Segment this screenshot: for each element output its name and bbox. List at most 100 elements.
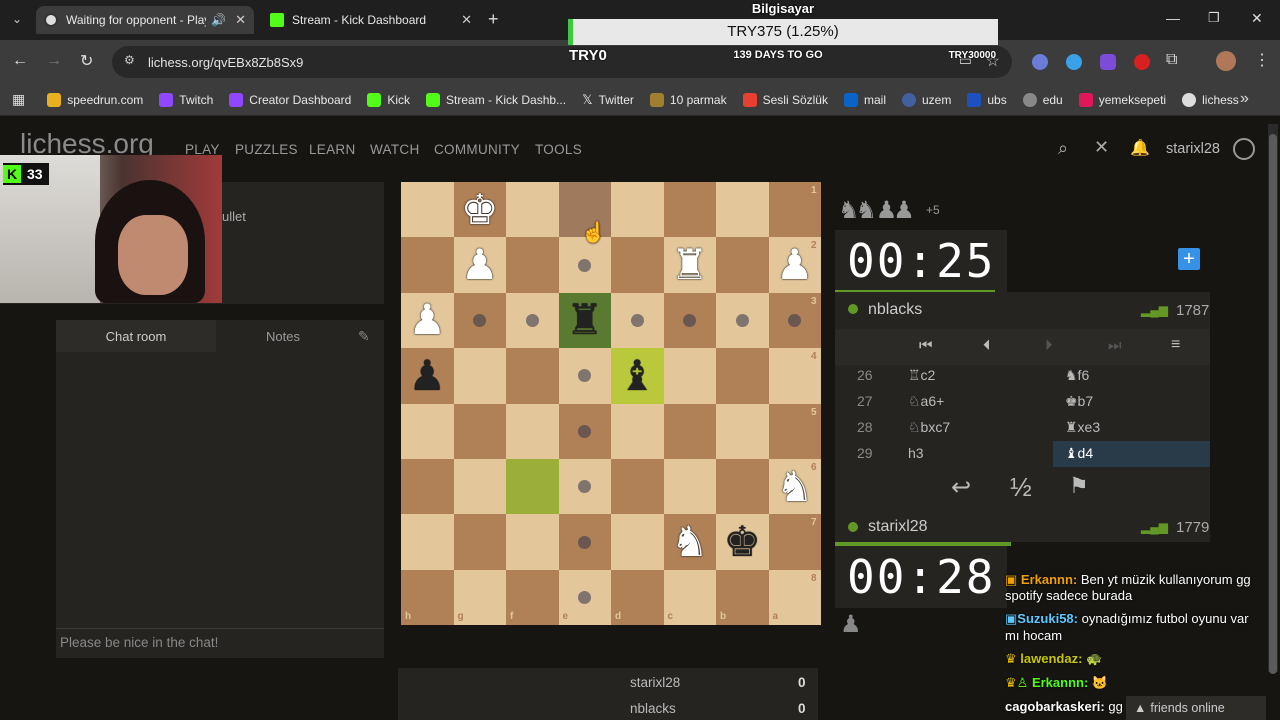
board-square[interactable] xyxy=(716,348,769,404)
next-move-icon[interactable]: ⏵ xyxy=(1045,337,1053,354)
tab-kick[interactable]: Stream - Kick Dashboard ✕ xyxy=(262,6,480,34)
tab-lichess[interactable]: Waiting for opponent - Play 🔊 ✕ xyxy=(36,6,254,34)
black-move-current[interactable]: ♝d4 xyxy=(1065,445,1093,462)
board-square[interactable] xyxy=(453,348,506,404)
board-square[interactable] xyxy=(506,182,559,238)
black-move[interactable]: ♚b7 xyxy=(1065,393,1093,410)
bookmark-twitch[interactable]: Twitch xyxy=(159,92,213,107)
black-bishop-piece[interactable]: ♝ xyxy=(611,348,664,403)
bookmarks-more-icon[interactable]: » xyxy=(1240,90,1249,108)
close-tab-icon[interactable]: ✕ xyxy=(461,12,472,28)
bookmark-10parmak[interactable]: 10 parmak xyxy=(649,92,727,107)
board-square[interactable] xyxy=(506,403,559,459)
board-square[interactable] xyxy=(716,459,769,515)
nav-watch[interactable]: WATCH xyxy=(370,142,420,157)
minimize-icon[interactable]: — xyxy=(1166,10,1180,26)
crosstable-name[interactable]: nblacks xyxy=(630,701,676,716)
white-move[interactable]: ♖c2 xyxy=(908,367,935,384)
white-move[interactable]: ♘bxc7 xyxy=(908,419,950,436)
white-knight-piece[interactable]: ♞ xyxy=(664,514,717,569)
white-rook-piece[interactable]: ♜ xyxy=(664,237,717,292)
board-square[interactable] xyxy=(401,403,454,459)
opponent-name[interactable]: nblacks xyxy=(868,301,922,319)
board-square[interactable] xyxy=(611,237,664,293)
bookmark-lichess[interactable]: lichess xyxy=(1182,92,1239,107)
extension-icon[interactable] xyxy=(1100,54,1116,70)
bookmark-creator-dashboard[interactable]: Creator Dashboard xyxy=(229,92,351,107)
black-move[interactable]: ♜xe3 xyxy=(1065,419,1100,436)
black-move[interactable]: ♞f6 xyxy=(1065,367,1089,384)
chess-board[interactable]: ♚ ♟ ♜ ♟ ♟ ♜ ♟ ♝ ♞ ♞ ♚ h g f e d c b a 1 2 3 4 5 6 7 8 ☝ xyxy=(401,182,821,626)
speaker-icon[interactable]: 🔊 xyxy=(211,13,226,27)
board-square[interactable] xyxy=(663,348,716,404)
board-square[interactable] xyxy=(716,182,769,238)
move-destination-dot[interactable] xyxy=(630,314,644,327)
page-scrollbar[interactable] xyxy=(1268,124,1278,674)
chat-input[interactable]: Please be nice in the chat! xyxy=(56,628,384,658)
hamburger-menu-icon[interactable]: ≡ xyxy=(1171,336,1180,354)
close-tab-icon[interactable]: ✕ xyxy=(235,12,246,28)
first-move-icon[interactable]: ⏮ xyxy=(919,337,933,354)
white-pawn-piece[interactable]: ♟ xyxy=(454,237,507,292)
scrollbar-thumb[interactable] xyxy=(1269,134,1277,674)
new-tab-button[interactable]: + xyxy=(488,9,499,30)
last-move-icon[interactable]: ⏭ xyxy=(1108,337,1122,354)
prev-move-icon[interactable]: ⏴ xyxy=(983,337,991,354)
apps-grid-icon[interactable]: ▦ xyxy=(12,91,25,108)
board-square[interactable] xyxy=(611,182,664,238)
move-destination-dot[interactable] xyxy=(735,314,749,327)
extensions-puzzle-icon[interactable]: ⧉ xyxy=(1166,51,1177,69)
crossed-swords-icon[interactable]: ✕ xyxy=(1094,137,1109,158)
user-menu-name[interactable]: starixl28 xyxy=(1166,141,1220,157)
resign-flag-icon[interactable]: ⚑ xyxy=(1069,473,1089,499)
board-square[interactable] xyxy=(506,569,559,626)
chat-settings-icon[interactable]: ✎ xyxy=(358,328,370,345)
close-window-icon[interactable]: ✕ xyxy=(1251,10,1263,27)
board-square[interactable] xyxy=(453,459,506,515)
nav-puzzles[interactable]: PUZZLES xyxy=(235,142,298,157)
white-pawn-piece[interactable]: ♟ xyxy=(401,293,454,348)
board-square[interactable] xyxy=(453,514,506,570)
tab-list-chevron-icon[interactable]: ⌄ xyxy=(12,12,22,26)
extension-icon[interactable] xyxy=(1032,54,1048,70)
bookmark-ubs[interactable]: ubs xyxy=(967,92,1007,107)
reload-icon[interactable]: ↻ xyxy=(80,51,93,71)
board-square[interactable] xyxy=(716,403,769,459)
back-icon[interactable]: ← xyxy=(12,52,28,70)
site-info-icon[interactable]: ⚙ xyxy=(124,53,135,67)
notification-bell-icon[interactable]: 🔔 xyxy=(1130,138,1150,158)
white-move[interactable]: h3 xyxy=(908,445,924,461)
add-time-icon[interactable]: + xyxy=(1178,248,1200,270)
black-king-piece[interactable]: ♚ xyxy=(716,514,769,569)
white-move[interactable]: ♘a6+ xyxy=(908,393,944,410)
offer-draw-button[interactable]: ½ xyxy=(1010,472,1032,503)
nav-community[interactable]: COMMUNITY xyxy=(434,142,520,157)
move-destination-dot[interactable] xyxy=(578,424,592,438)
friends-online-button[interactable]: ▲ friends online xyxy=(1126,696,1266,720)
bookmark-uzem[interactable]: uzem xyxy=(902,92,951,107)
board-square[interactable] xyxy=(401,514,454,570)
search-icon[interactable]: ⌕ xyxy=(1058,138,1068,159)
bookmark-sesli-sozluk[interactable]: Sesli Sözlük xyxy=(742,92,828,107)
bookmark-twitter[interactable]: 𝕏 Twitter xyxy=(582,92,634,108)
bookmark-kick[interactable]: Kick xyxy=(367,92,410,107)
tab-chat-room[interactable]: Chat room xyxy=(56,320,216,352)
profile-avatar[interactable] xyxy=(1216,51,1236,71)
takeback-icon[interactable]: ↩ xyxy=(951,473,971,502)
board-square[interactable] xyxy=(663,403,716,459)
board-square[interactable] xyxy=(716,237,769,293)
forward-icon[interactable]: → xyxy=(46,52,62,70)
board-square[interactable] xyxy=(506,348,559,404)
white-king-piece[interactable]: ♚ xyxy=(454,182,507,237)
nav-learn[interactable]: LEARN xyxy=(309,142,356,157)
board-square[interactable] xyxy=(401,182,454,238)
player-name[interactable]: starixl28 xyxy=(868,518,928,536)
board-square[interactable] xyxy=(663,459,716,515)
extension-icon[interactable] xyxy=(1134,54,1150,70)
extension-icon[interactable] xyxy=(1066,54,1082,70)
black-rook-piece[interactable]: ♜ xyxy=(559,293,612,348)
board-square[interactable] xyxy=(506,459,559,515)
tab-notes[interactable]: Notes xyxy=(216,320,350,352)
move-destination-dot[interactable] xyxy=(525,314,539,327)
bookmark-edu[interactable]: edu xyxy=(1022,92,1063,107)
